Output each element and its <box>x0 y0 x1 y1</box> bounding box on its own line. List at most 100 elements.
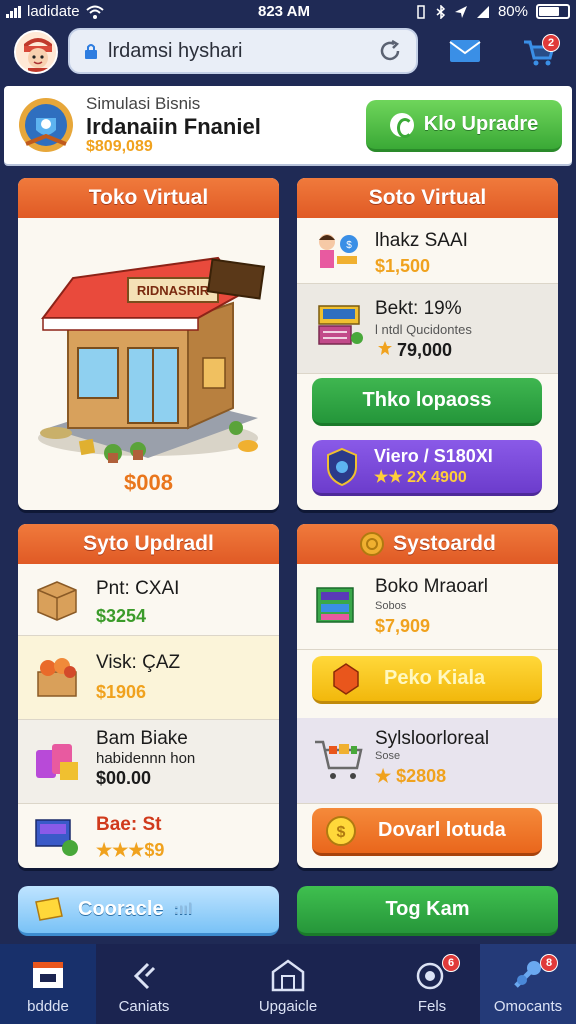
yellow-button-label: Peko Kiala <box>384 667 486 689</box>
list-item[interactable]: Bekt: 19% l ntdl Qucidontes 79,000 <box>297 284 558 374</box>
clock: 823 AM <box>258 3 310 20</box>
cart-badge: 2 <box>542 34 560 52</box>
tab-label: Upgaicle <box>258 998 318 1015</box>
purple-button-text: Viero / S180XI ★★ 2X 4900 <box>374 445 493 486</box>
item-name: Visk: ÇAZ <box>96 652 181 673</box>
svg-text:$: $ <box>337 824 346 841</box>
status-left: ladidate <box>6 3 104 20</box>
business-subtitle: Simulasi Bisnis <box>86 94 201 113</box>
ticket-icon <box>35 896 63 921</box>
list-item[interactable]: Sylsloorloreal Sose ★ $2808 <box>297 718 558 804</box>
item-name: Boko Mraoarl <box>375 576 488 597</box>
produce-crate-icon <box>37 658 77 697</box>
box-icon <box>37 581 77 621</box>
status-right: 80% <box>414 3 570 20</box>
purple-button-value: ★★ 2X 4900 <box>374 468 467 486</box>
search-input[interactable] <box>108 39 378 63</box>
card-upgrade: Syto Updradl Pnt: CXAI $3254 Visk: ÇAZ $… <box>18 524 279 868</box>
cash-register-icon <box>318 305 363 345</box>
tab-home[interactable]: bddde <box>0 944 96 1024</box>
item-price: ★★★$9 <box>96 840 165 860</box>
item-sub: Sose <box>375 750 401 762</box>
reload-icon[interactable] <box>378 39 402 63</box>
card-store-visual[interactable]: Toko Virtual RIDNASRIR $008 <box>18 178 279 510</box>
lock-icon <box>85 44 97 59</box>
item-name: Bae: St <box>96 814 162 835</box>
store-icon <box>33 962 63 988</box>
purple-button-value-text: 2X 4900 <box>407 468 467 486</box>
tab-label: Omocants <box>493 998 563 1015</box>
purple-button-label: Viero / S180XI <box>374 445 493 466</box>
item-price: $3254 <box>96 606 147 626</box>
list-item[interactable]: Bae: St ★★★$9 <box>18 804 279 868</box>
store-visual-price: $008 <box>124 470 173 495</box>
battery-icon <box>536 4 570 19</box>
orange-button-label: Dovarl lotuda <box>378 819 506 841</box>
svg-text:$: $ <box>346 240 352 251</box>
loading-dots: :ııl <box>173 900 193 918</box>
item-name: Sylsloorloreal <box>375 728 490 749</box>
tab-fels[interactable]: 6 Fels <box>384 944 480 1024</box>
card-store-visual-title: Toko Virtual <box>18 178 279 218</box>
business-emblem-icon <box>19 98 73 152</box>
item-price: ★ $2808 <box>375 766 447 786</box>
list-item[interactable]: $ lhakz SAAI $1,500 <box>297 218 558 284</box>
shield-icon <box>327 447 357 486</box>
card-store-list-title: Soto Virtual <box>297 178 558 218</box>
cart-button[interactable]: 2 <box>522 34 562 70</box>
list-item[interactable]: Boko Mraoarl Sobos $7,909 <box>297 564 558 650</box>
status-bar: ladidate 823 AM 80% <box>0 0 576 24</box>
item-price: 79,000 <box>397 340 453 360</box>
item-sub: habidennn hon <box>96 750 196 767</box>
shopping-cart-icon <box>315 740 363 779</box>
wifi-icon <box>85 5 104 19</box>
coin-icon: $ <box>326 815 356 846</box>
store-sign-text: RIDNASRIR <box>137 283 210 298</box>
carrier-label: ladidate <box>27 3 80 20</box>
item-name: Bam Biake <box>96 728 188 749</box>
bottom-left-button[interactable]: Cooracle :ııl <box>18 886 279 936</box>
list-item[interactable]: Bam Biake habidennn hon $00.00 <box>18 720 279 804</box>
tab-upgrade[interactable]: Upgaicle <box>240 944 336 1024</box>
battery-percent: 80% <box>497 3 528 20</box>
tab-label: Caniats <box>118 998 170 1015</box>
list-item[interactable]: Visk: ÇAZ $1906 <box>18 636 279 720</box>
card-systoard: Systoardd Boko Mraoarl Sobos $7,909 Peko… <box>297 524 558 868</box>
business-money: $809,089 <box>86 138 153 155</box>
systoard-yellow-button[interactable]: Peko Kiala <box>312 656 542 704</box>
business-header: Simulasi Bisnis lrdanaiin Fnaniel $809,0… <box>4 86 572 164</box>
register-icon <box>35 819 78 856</box>
location-icon <box>454 5 467 18</box>
store-building-icon: RIDNASRIR <box>38 256 266 463</box>
vibrate-icon <box>417 4 425 19</box>
gem-icon <box>333 662 359 695</box>
store-green-button[interactable]: Thko lopaoss <box>312 378 542 426</box>
bottom-right-button[interactable]: Tog Kam <box>297 886 558 936</box>
store-purple-button[interactable]: Viero / S180XI ★★ 2X 4900 <box>312 440 542 496</box>
shelf-icon <box>316 587 354 623</box>
upgrade-button[interactable]: Klo Upradre <box>366 100 562 152</box>
search-bar[interactable] <box>68 28 418 74</box>
top-nav: 2 <box>0 24 576 82</box>
card-upgrade-title: Syto Updradl <box>18 524 279 564</box>
tab-badge: 8 <box>540 954 558 972</box>
star-icon <box>378 341 392 355</box>
item-sub: l ntdl Qucidontes <box>375 322 472 337</box>
bluetooth-icon <box>436 4 446 19</box>
upgrade-button-label: Klo Upradre <box>423 113 539 135</box>
item-name: lhakz SAAI <box>375 230 468 251</box>
tab-omocants[interactable]: 8 Omocants <box>480 944 576 1024</box>
card-systoard-head: Systoardd <box>297 524 558 564</box>
signal-icon <box>6 5 21 18</box>
item-price: $7,909 <box>375 616 431 636</box>
item-price: $1,500 <box>375 256 431 276</box>
coin-icon <box>360 532 385 556</box>
goods-icon <box>36 744 78 780</box>
avatar[interactable] <box>14 30 58 74</box>
tab-caniats[interactable]: Caniats <box>96 944 192 1024</box>
tab-label: bddde <box>27 998 69 1015</box>
list-item[interactable]: Pnt: CXAI $3254 <box>18 564 279 636</box>
mail-icon[interactable] <box>448 36 482 66</box>
systoard-orange-button[interactable]: $ Dovarl lotuda <box>312 808 542 856</box>
shopkeeper-icon: $ <box>319 234 358 268</box>
